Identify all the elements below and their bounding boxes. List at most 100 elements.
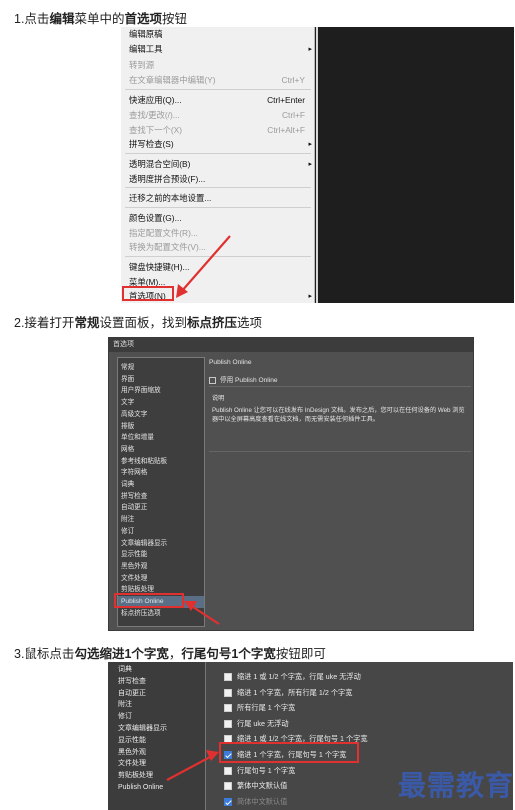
description-text: Publish Online 让您可以在线发布 InDesign 文档。发布之后…: [212, 407, 465, 423]
preferences-nav-item[interactable]: 字符网格: [118, 467, 204, 479]
preferences-panel: Publish Online 停用 Publish Online 说明 Publ…: [209, 357, 471, 627]
checked-option-highlight-box: [219, 742, 359, 763]
menu-item-label: 颜色设置(G)...: [129, 213, 182, 223]
preferences-nav-item[interactable]: 黑色外观: [118, 561, 204, 573]
preferences-nav-item[interactable]: 文件处理: [118, 573, 204, 585]
kinsoku-option-checkbox[interactable]: 缩进 1 或 1/2 个字宽，行尾 uke 无浮动: [224, 670, 361, 683]
menu-item-label: 转换为配置文件(V)...: [129, 242, 206, 252]
menu-item[interactable]: 透明度拼合预设(F)...: [121, 172, 315, 187]
menu-item[interactable]: 编辑原稿: [121, 27, 315, 42]
menu-item[interactable]: 转到源: [121, 58, 315, 73]
preferences-nav-item[interactable]: 网格: [118, 444, 204, 456]
preferences-nav-item[interactable]: 剪贴板处理: [108, 770, 206, 782]
preferences-highlight-box: [122, 286, 174, 301]
preferences-nav-item[interactable]: 常规: [118, 362, 204, 374]
kinsoku-option-label: 缩进 1 个字宽，所有行尾 1/2 个字宽: [237, 687, 353, 697]
menu-item-shortcut: Ctrl+Y: [281, 75, 305, 85]
menu-item[interactable]: 查找/更改(/)... Ctrl+F: [121, 108, 315, 123]
menu-item-label: 编辑原稿: [129, 29, 163, 39]
kinsoku-option-checkbox[interactable]: 所有行尾 1 个字宽: [224, 701, 295, 714]
preferences-nav-item[interactable]: 显示性能: [108, 735, 206, 747]
unchecked-checkbox-icon[interactable]: [224, 704, 232, 713]
menu-item[interactable]: 快速应用(Q)... Ctrl+Enter: [121, 93, 315, 108]
unchecked-checkbox-icon[interactable]: [224, 782, 232, 791]
menu-item-label: 查找/更改(/)...: [129, 110, 180, 120]
preferences-nav-item[interactable]: 修订: [118, 526, 204, 538]
step-2-caption: 2.接着打开常规设置面板，找到标点挤压选项: [14, 316, 262, 330]
preferences-nav-item[interactable]: 排版: [118, 421, 204, 433]
menu-item[interactable]: 在文章编辑器中编辑(Y) Ctrl+Y: [121, 73, 315, 88]
menu-item[interactable]: 迁移之前的本地设置...: [121, 191, 315, 206]
menu-item[interactable]: 键盘快捷键(H)...: [121, 260, 315, 275]
step-3-caption: 3.鼠标点击勾选缩进1个字宽，行尾句号1个字宽按钮即可: [14, 647, 326, 661]
panel-title: Publish Online: [209, 359, 252, 366]
preferences-nav-item[interactable]: 文字: [118, 397, 204, 409]
kinsoku-option-label: 缩进 1 或 1/2 个字宽，行尾 uke 无浮动: [237, 672, 361, 681]
menu-item-label: 指定配置文件(R)...: [129, 228, 198, 238]
preferences-nav-item[interactable]: 高级文字: [118, 409, 204, 421]
menu-item-shortcut: Ctrl+F: [281, 110, 305, 120]
preferences-nav-item[interactable]: 修订: [108, 711, 206, 723]
kinsoku-option-checkbox[interactable]: 行尾句号 1 个字宽: [224, 764, 295, 777]
preferences-nav-list: 常规 界面 用户界面缩放 文字 高级文字 排版 单位和增量 网格 参考线和粘贴板 字符网格 词典 拼写…: [117, 357, 205, 627]
preferences-nav-item[interactable]: 显示性能: [118, 549, 204, 561]
menu-item-label: 透明度拼合预设(F)...: [129, 174, 206, 184]
menu-item[interactable]: 编辑工具 ▸: [121, 42, 315, 57]
watermark-logo: 最需教育: [398, 769, 515, 802]
checked-checkbox-icon[interactable]: [224, 797, 232, 806]
menu-item[interactable]: 拼写检查(S) ▸: [121, 137, 315, 152]
edit-menu-screenshot: 编辑原稿 编辑工具 ▸ 转到源 在文章编辑器中编辑(Y) Ctrl+Y 快速应用(Q)...…: [121, 27, 514, 303]
preferences-nav-item[interactable]: 附注: [118, 514, 204, 526]
kinsoku-option-checkbox[interactable]: 繁体中文默认值: [224, 779, 287, 792]
preferences-nav-item[interactable]: 界面: [118, 374, 204, 386]
menu-separator: [125, 89, 311, 90]
preferences-nav-item[interactable]: 文章编辑器显示: [108, 723, 206, 735]
kinsoku-option-checkbox[interactable]: 缩进 1 个字宽，所有行尾 1/2 个字宽: [224, 686, 352, 699]
preferences-nav-item[interactable]: 自动更正: [118, 502, 204, 514]
preferences-nav-item[interactable]: 词典: [108, 664, 206, 676]
preferences-nav-item[interactable]: 拼写检查: [118, 491, 204, 503]
preferences-nav-item[interactable]: 文件处理: [108, 758, 206, 770]
kinsoku-option-checkbox[interactable]: 简体中文默认值: [224, 795, 287, 808]
preferences-nav-item[interactable]: 附注: [108, 699, 206, 711]
preferences-nav-item[interactable]: 参考线和粘贴板: [118, 456, 204, 468]
kinsoku-option-label: 行尾 uke 无浮动: [237, 718, 289, 728]
menu-item-label: 查找下一个(X): [129, 125, 183, 135]
kinsoku-option-label: 行尾句号 1 个字宽: [237, 765, 296, 775]
menu-item[interactable]: 透明混合空间(B) ▸: [121, 157, 315, 172]
edit-menu: 编辑原稿 编辑工具 ▸ 转到源 在文章编辑器中编辑(Y) Ctrl+Y 快速应用(Q)...…: [121, 27, 315, 303]
kinsoku-option-label: 所有行尾 1 个字宽: [237, 703, 296, 713]
preferences-nav-item[interactable]: 标点挤压选项: [118, 608, 204, 620]
submenu-arrow-icon: ▸: [308, 161, 312, 168]
preferences-nav-item[interactable]: 拼写检查: [108, 676, 206, 688]
menu-scroll-edge: [316, 27, 318, 303]
menu-item-label: 迁移之前的本地设置...: [129, 193, 212, 203]
menu-item-shortcut: Ctrl+Enter: [267, 95, 305, 105]
menu-separator: [125, 207, 311, 208]
menu-item[interactable]: 颜色设置(G)...: [121, 211, 315, 226]
menu-item-label: 透明混合空间(B): [129, 159, 191, 169]
disable-publish-online-checkbox[interactable]: 停用 Publish Online: [209, 374, 278, 384]
preferences-nav-item[interactable]: Publish Online: [108, 782, 206, 794]
preferences-nav-item[interactable]: 用户界面缩放: [118, 385, 204, 397]
menu-item-label: 拼写检查(S): [129, 139, 174, 149]
unchecked-checkbox-icon[interactable]: [224, 688, 232, 697]
preferences-nav-item[interactable]: 词典: [118, 479, 204, 491]
unchecked-checkbox-icon[interactable]: [224, 673, 232, 682]
menu-item-label: 编辑工具: [129, 44, 163, 54]
menu-item[interactable]: 转换为配置文件(V)...: [121, 240, 315, 255]
kinsoku-option-checkbox[interactable]: 行尾 uke 无浮动: [224, 717, 289, 730]
menu-item[interactable]: 指定配置文件(R)...: [121, 226, 315, 241]
preferences-nav-item[interactable]: 黑色外观: [108, 747, 206, 759]
menu-item[interactable]: 查找下一个(X) Ctrl+Alt+F: [121, 123, 315, 138]
checkbox-box[interactable]: [209, 376, 216, 384]
preferences-nav-item[interactable]: 自动更正: [108, 688, 206, 700]
preferences-nav-item[interactable]: 文章编辑器显示: [118, 538, 204, 550]
preferences-nav-item[interactable]: 单位和增量: [118, 432, 204, 444]
kinsoku-option-label: 简体中文默认值: [237, 796, 288, 806]
dialog-title: 首选项: [109, 338, 473, 352]
menu-separator: [125, 187, 311, 188]
description-title: 说明: [212, 395, 225, 402]
unchecked-checkbox-icon[interactable]: [224, 719, 232, 728]
unchecked-checkbox-icon[interactable]: [224, 766, 232, 775]
